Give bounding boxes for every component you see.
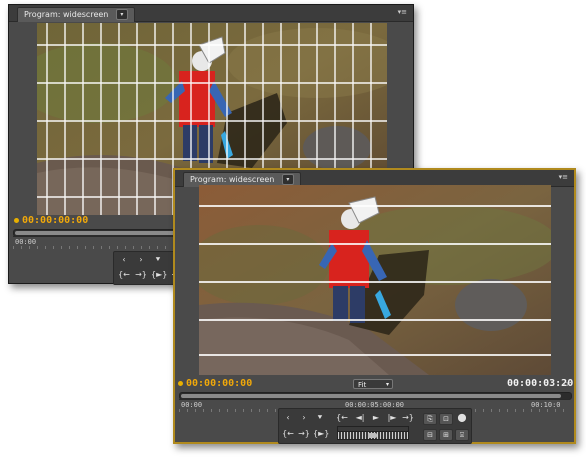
go-to-in-icon[interactable]: {← <box>335 412 349 424</box>
current-timecode[interactable]: 00:00:00:00 <box>186 378 252 389</box>
export-frame-icon[interactable]: ⬤ <box>455 412 469 424</box>
step-forward-icon[interactable]: › <box>134 254 148 266</box>
ruler-label-end: 00:10:0 <box>531 401 561 409</box>
lift-icon[interactable]: ⎘ <box>423 413 437 425</box>
program-video-frame <box>199 185 551 375</box>
go-to-out-icon[interactable]: →} <box>401 412 415 424</box>
ruler-label-start: 00:00 <box>181 401 203 409</box>
panel-menu-icon[interactable]: ▾≡ <box>559 173 568 181</box>
step-back-icon[interactable]: ‹ <box>281 412 295 424</box>
go-to-in-point-icon[interactable]: {← <box>281 428 295 440</box>
jog-control[interactable] <box>337 426 409 432</box>
overlay-icon[interactable]: ⊟ <box>423 429 437 441</box>
transport-controls: ‹ › ⯆ {← ◄| ► |► →} ⎘ ⊡ ⬤ {← →} {►} ⊟ ⊞ … <box>278 408 472 444</box>
playhead-indicator <box>14 218 19 223</box>
chevron-down-icon[interactable]: ▾ <box>115 9 128 20</box>
zoom-select[interactable]: Fit ▾ <box>353 379 393 389</box>
go-to-out-point-icon[interactable]: →} <box>297 428 311 440</box>
shuttle-control[interactable] <box>337 431 409 440</box>
shuttle-knob[interactable] <box>368 433 377 438</box>
step-frame-back-icon[interactable]: ◄| <box>353 412 367 424</box>
multi-camera-icon[interactable]: ⌻ <box>455 429 469 441</box>
tab-label: Program: widescreen <box>24 10 109 19</box>
step-back-icon[interactable]: ‹ <box>117 254 131 266</box>
ruler-label-start: 00:00 <box>15 238 37 246</box>
add-marker-icon[interactable]: ⯆ <box>313 412 327 424</box>
panel-menu-icon[interactable]: ▾≡ <box>398 8 407 16</box>
insert-icon[interactable]: ⊞ <box>439 429 453 441</box>
step-frame-forward-icon[interactable]: |► <box>385 412 399 424</box>
add-marker-icon[interactable]: ⯆ <box>151 254 165 266</box>
playhead-indicator <box>178 381 183 386</box>
scrollbar-thumb[interactable] <box>15 231 175 235</box>
go-to-in-icon[interactable]: {← <box>117 269 131 281</box>
tab-bar: Program: widescreen ▾ ▾≡ <box>9 5 413 22</box>
play-in-to-out-icon[interactable]: {►} <box>313 428 329 440</box>
zoom-select-value: Fit <box>358 381 367 389</box>
safe-margins-icon[interactable]: ▫ <box>561 378 571 390</box>
program-monitor-front: Program: widescreen ▾ ▾≡ 00:00:00:00 Fit… <box>173 168 576 444</box>
scrollbar-thumb[interactable] <box>181 394 561 398</box>
play-icon[interactable]: ► <box>369 412 383 424</box>
tab-program-widescreen[interactable]: Program: widescreen ▾ <box>17 7 135 22</box>
extract-icon[interactable]: ⊡ <box>439 413 453 425</box>
play-in-to-out-icon[interactable]: {►} <box>151 269 167 281</box>
chevron-down-icon[interactable]: ▾ <box>281 174 294 185</box>
current-timecode[interactable]: 00:00:00:00 <box>22 215 88 226</box>
go-to-out-icon[interactable]: →} <box>134 269 148 281</box>
chevron-down-icon: ▾ <box>385 381 389 388</box>
tab-label: Program: widescreen <box>190 175 275 184</box>
step-forward-icon[interactable]: › <box>297 412 311 424</box>
